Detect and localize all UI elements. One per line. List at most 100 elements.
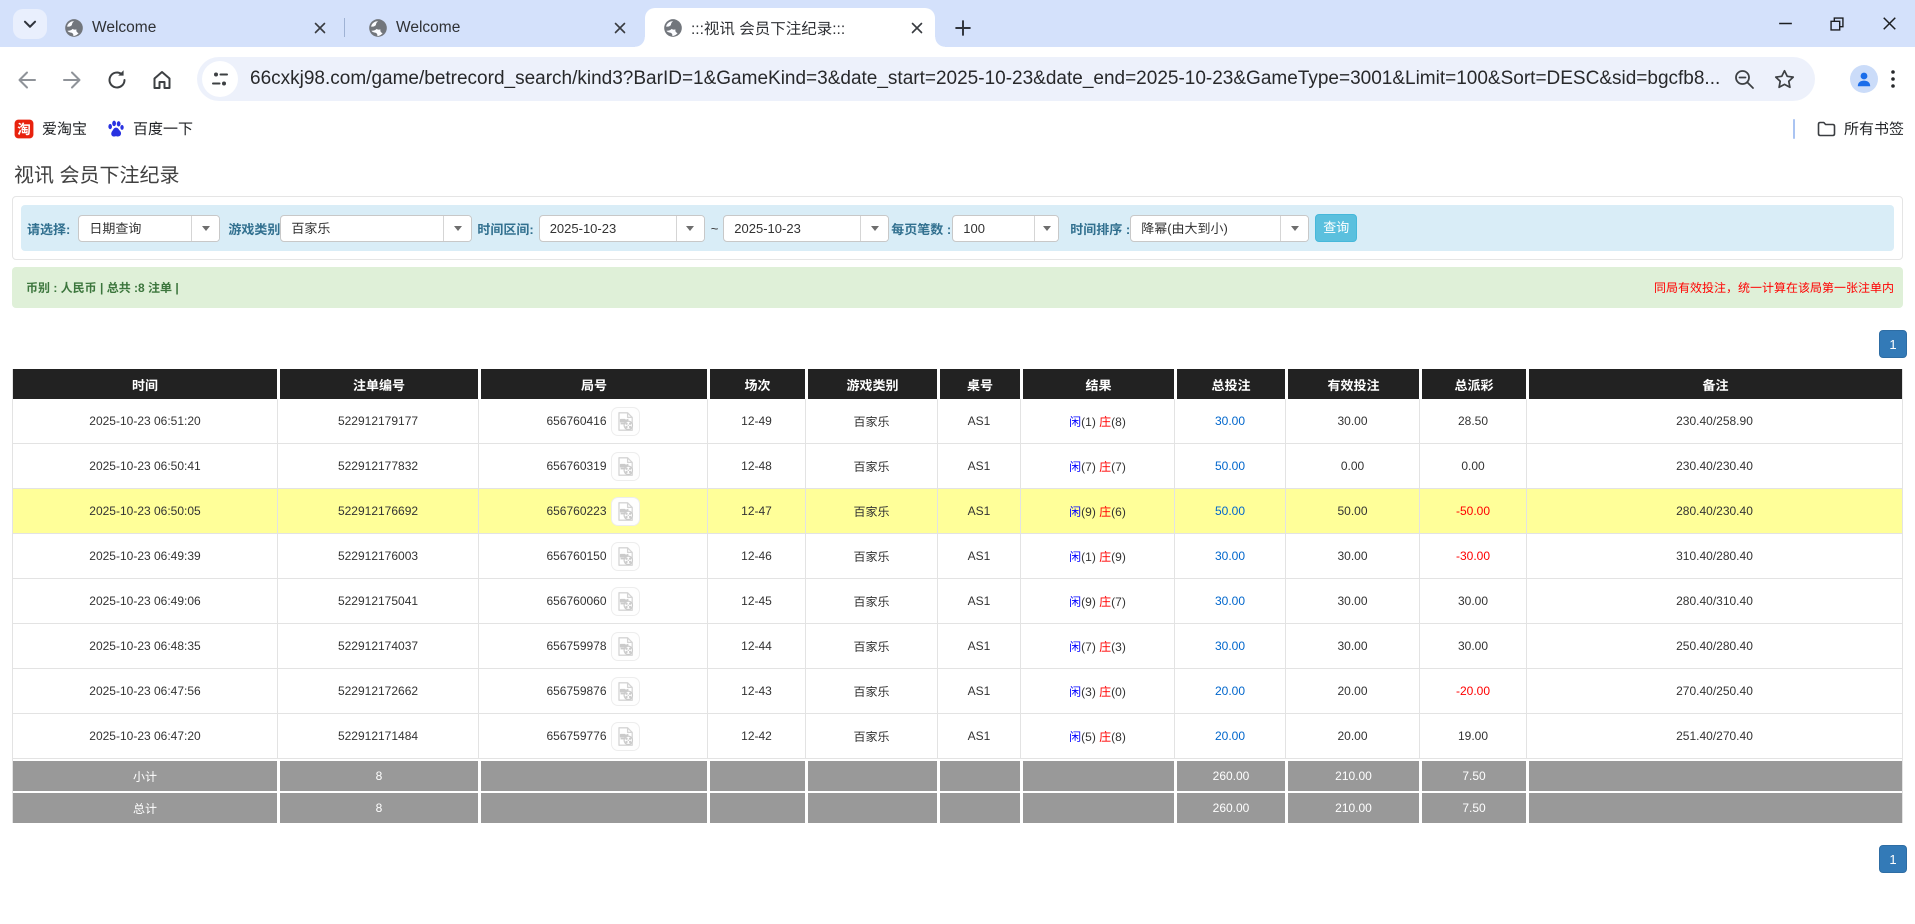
query-type-combo[interactable]: 日期查询 [78,214,221,242]
combo-dropdown-button[interactable] [443,215,472,241]
round-cell-wrap: 656759978 [479,631,707,661]
combo-dropdown-button[interactable] [860,215,889,241]
table-header-row: 时间 注单编号 局号 场次 游戏类别 桌号 结果 总投注 有效投注 总派彩 备注 [13,369,1902,399]
date-start-value[interactable]: 2025-10-23 [540,216,676,241]
restore-button[interactable] [1811,0,1863,47]
video-replay-button[interactable] [610,676,640,706]
total-bet-link[interactable]: 20.00 [1215,729,1245,743]
cell-note: 280.40/230.40 [1526,489,1902,534]
cell-result: 闲(3) 庄(0) [1020,669,1174,714]
bookmark-star-icon[interactable] [1774,69,1795,90]
video-replay-button[interactable] [610,496,640,526]
cell-table: AS1 [937,399,1020,444]
back-button[interactable] [13,66,41,94]
cell-total-bet[interactable]: 50.00 [1174,489,1285,534]
total-bet-link[interactable]: 30.00 [1215,414,1245,428]
browser-menu-button[interactable] [1880,66,1906,92]
cell-result: 闲(1) 庄(9) [1020,534,1174,579]
payout-value: -30.00 [1455,549,1491,563]
forward-button[interactable] [58,66,86,94]
cell-total-bet[interactable]: 30.00 [1174,579,1285,624]
total-bet-link[interactable]: 30.00 [1215,549,1245,563]
tab-welcome-1[interactable]: Welcome [46,8,338,47]
page-1-button[interactable]: 1 [1879,330,1907,358]
sum-empty [478,791,707,823]
cell-total-bet[interactable]: 30.00 [1174,534,1285,579]
cell-total-bet[interactable]: 30.00 [1174,624,1285,669]
all-bookmarks-button[interactable]: 所有书签 [1817,118,1904,139]
combo-dropdown-button[interactable] [1280,215,1309,241]
total-bet-link[interactable]: 30.00 [1215,639,1245,653]
search-button[interactable]: 查询 [1315,214,1358,242]
game-type-value[interactable]: 百家乐 [281,216,443,241]
new-tab-button[interactable] [950,15,976,41]
sort-order-value[interactable]: 降幂(由大到小) [1131,216,1280,241]
video-replay-button[interactable] [610,541,640,571]
minimize-button[interactable] [1759,0,1811,47]
combo-dropdown-button[interactable] [1034,215,1059,241]
address-bar[interactable]: 66cxkj98.com/game/betrecord_search/kind3… [197,57,1815,101]
video-replay-button[interactable] [610,631,640,661]
cell-note: 250.40/280.40 [1526,624,1902,669]
date-start-combo[interactable]: 2025-10-23 [538,214,705,242]
total-bet-link[interactable]: 30.00 [1215,594,1245,608]
sort-order-combo[interactable]: 降幂(由大到小) [1130,214,1310,242]
reload-button[interactable] [103,66,131,94]
total-bet-link[interactable]: 50.00 [1215,459,1245,473]
cell-table: AS1 [937,534,1020,579]
tab-close-icon[interactable] [312,20,328,36]
reload-icon [108,70,126,89]
tab-betrecord-active[interactable]: :::视讯 会员下注纪录::: [635,8,945,47]
game-type-combo[interactable]: 百家乐 [280,214,473,242]
cell-total-bet[interactable]: 20.00 [1174,714,1285,759]
total-bet-link[interactable]: 20.00 [1215,684,1245,698]
combo-dropdown-button[interactable] [191,215,220,241]
bookmark-baidu[interactable]: 百度一下 [99,115,201,143]
site-settings-button[interactable] [202,61,238,97]
globe-favicon [368,18,388,38]
page-size-value[interactable]: 100 [953,216,1034,241]
tab-search-button[interactable] [13,9,47,39]
globe-favicon [663,18,683,38]
cell-valid-bet: 30.00 [1285,579,1419,624]
round-cell-wrap: 656760060 [479,586,707,616]
close-window-button[interactable] [1863,0,1915,47]
video-replay-button[interactable] [610,721,640,751]
cell-total-bet[interactable]: 50.00 [1174,444,1285,489]
cell-result: 闲(1) 庄(8) [1020,399,1174,444]
sum-total-bet: 260.00 [1174,791,1285,823]
date-end-combo[interactable]: 2025-10-23 [723,214,890,242]
tab-close-icon[interactable] [909,20,925,36]
cell-bet-id: 522912179177 [277,399,478,444]
tab-welcome-2[interactable]: Welcome [350,8,638,47]
page-size-combo[interactable]: 100 [952,214,1060,242]
tab-close-icon[interactable] [612,20,628,36]
bookmark-taobao[interactable]: 淘 爱淘宝 [6,115,95,143]
sum-empty [805,759,937,791]
date-end-value[interactable]: 2025-10-23 [724,216,860,241]
cell-payout: 19.00 [1419,714,1526,759]
cell-payout: -20.00 [1419,669,1526,714]
chevron-down-icon [23,20,37,28]
cell-valid-bet: 30.00 [1285,399,1419,444]
profile-avatar[interactable] [1850,65,1878,93]
page-1-button[interactable]: 1 [1879,845,1907,873]
query-type-value[interactable]: 日期查询 [79,216,191,241]
column-header: 总派彩 [1419,369,1526,399]
cell-total-bet[interactable]: 30.00 [1174,399,1285,444]
cell-total-bet[interactable]: 20.00 [1174,669,1285,714]
folder-icon [1817,121,1836,136]
zoom-out-icon[interactable] [1734,69,1755,90]
video-replay-button[interactable] [610,406,640,436]
combo-dropdown-button[interactable] [675,215,704,241]
sum-label: 小计 [13,759,277,791]
total-bet-link[interactable]: 50.00 [1215,504,1245,518]
video-replay-button[interactable] [610,586,640,616]
video-replay-button[interactable] [610,451,640,481]
select-type-label: 请选择: [27,221,71,237]
column-header: 时间 [13,369,277,399]
table-row: 2025-10-23 06:50:05 522912176692 656760223… [13,489,1902,534]
url-text[interactable]: 66cxkj98.com/game/betrecord_search/kind3… [250,68,1720,90]
result-player: 闲 [1069,504,1082,519]
home-button[interactable] [148,66,176,94]
